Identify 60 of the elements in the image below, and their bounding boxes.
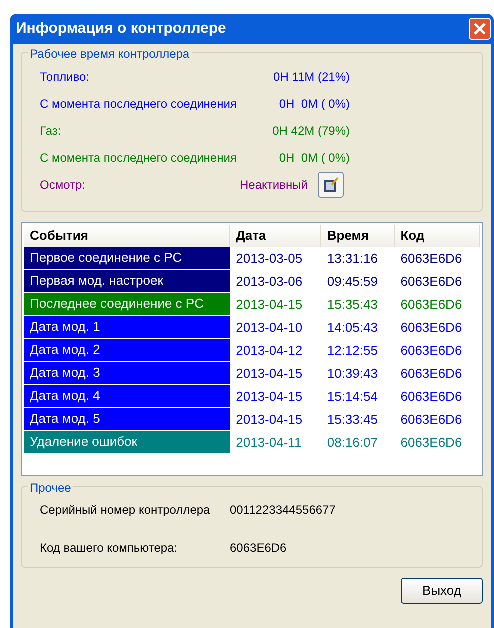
date-cell-text: 2013-04-15 bbox=[235, 296, 304, 314]
event-cell: Дата мод. 4 bbox=[24, 385, 230, 408]
date-cell-text: 2013-04-15 bbox=[235, 410, 304, 429]
code-cell-text: 6063E6D6 bbox=[400, 296, 464, 314]
code-cell-text: 6063E6D6 bbox=[400, 342, 464, 360]
info-value: 6063E6D6 bbox=[230, 540, 287, 557]
code-cell-text: 6063E6D6 bbox=[400, 318, 464, 337]
code-cell-text: 6063E6D6 bbox=[400, 272, 464, 291]
time-cell-text: 13:31:16 bbox=[326, 250, 379, 268]
runtime-value: Неактивный bbox=[240, 176, 309, 194]
notepad-edit-icon bbox=[322, 176, 340, 194]
close-button[interactable] bbox=[469, 18, 491, 40]
time-cell-text: 15:33:45 bbox=[326, 410, 379, 429]
window-title: Информация о контроллере bbox=[16, 18, 226, 39]
event-cell: Дата мод. 3 bbox=[24, 362, 230, 385]
time-cell-text: 08:16:07 bbox=[326, 434, 379, 452]
runtime-label: Газ: bbox=[40, 122, 62, 140]
time-cell-text: 15:35:43 bbox=[326, 296, 379, 314]
date-cell-text: 2013-03-06 bbox=[235, 272, 304, 291]
code-cell-text: 6063E6D6 bbox=[400, 250, 464, 268]
event-cell: Дата мод. 2 bbox=[24, 339, 230, 362]
date-cell-text: 2013-04-12 bbox=[235, 342, 304, 360]
time-cell-text: 14:05:43 bbox=[326, 318, 379, 337]
runtime-value: 0H 0M ( 0%) bbox=[278, 96, 350, 112]
event-cell: Удаление ошибок bbox=[24, 431, 230, 454]
runtime-label: С момента последнего соединения bbox=[40, 150, 238, 166]
info-value: 0011223344556677 bbox=[230, 502, 336, 519]
runtime-label: С момента последнего соединения bbox=[40, 96, 238, 112]
time-cell-text: 09:45:59 bbox=[326, 272, 379, 291]
info-label: Серийный номер контроллера bbox=[40, 502, 212, 519]
column-header[interactable]: Время bbox=[321, 225, 395, 247]
time-cell-text: 15:14:54 bbox=[326, 388, 379, 406]
code-cell-text: 6063E6D6 bbox=[400, 388, 464, 406]
date-cell-text: 2013-04-15 bbox=[235, 388, 304, 406]
exit-button[interactable]: Выход bbox=[401, 578, 483, 604]
event-cell: Последнее соединение с PC bbox=[24, 293, 230, 316]
edit-button[interactable] bbox=[318, 172, 344, 198]
date-cell-text: 2013-04-10 bbox=[235, 318, 304, 337]
event-cell: Первая мод. настроек bbox=[24, 270, 230, 293]
code-cell-text: 6063E6D6 bbox=[400, 434, 464, 452]
runtime-label: Топливо: bbox=[40, 68, 91, 86]
date-cell-text: 2013-03-05 bbox=[235, 250, 304, 268]
event-cell: Первое соединение с PC bbox=[24, 247, 230, 270]
time-cell-text: 12:12:55 bbox=[326, 342, 379, 360]
column-header[interactable]: Дата bbox=[230, 225, 322, 247]
code-cell-text: 6063E6D6 bbox=[400, 410, 464, 429]
event-cell: Дата мод. 1 bbox=[24, 316, 230, 339]
column-header[interactable]: Код bbox=[394, 225, 480, 247]
runtime-value: 0H 42M (79%) bbox=[272, 122, 350, 140]
runtime-value: 0H 0M ( 0%) bbox=[278, 150, 350, 166]
column-header[interactable]: События bbox=[24, 225, 230, 247]
close-icon bbox=[474, 23, 486, 35]
runtime-value: 0H 11M (21%) bbox=[272, 68, 350, 86]
runtime-label: Осмотр: bbox=[40, 176, 86, 194]
info-label: Код вашего компьютера: bbox=[40, 540, 179, 557]
date-cell-text: 2013-04-11 bbox=[235, 434, 303, 452]
code-cell-text: 6063E6D6 bbox=[400, 364, 464, 383]
time-cell-text: 10:39:43 bbox=[326, 364, 379, 383]
date-cell-text: 2013-04-15 bbox=[235, 364, 304, 383]
event-cell: Дата мод. 5 bbox=[24, 408, 230, 431]
